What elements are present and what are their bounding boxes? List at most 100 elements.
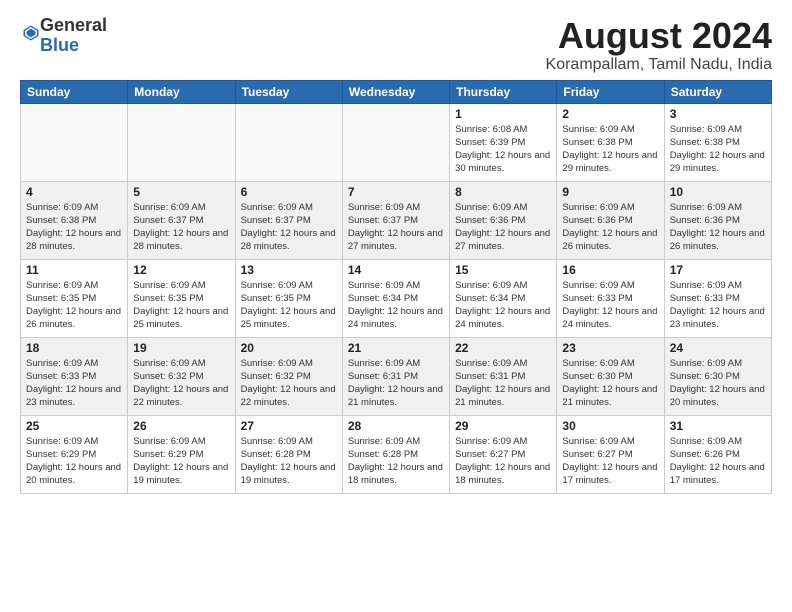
day-number: 16 xyxy=(562,263,658,277)
calendar-week-5: 25Sunrise: 6:09 AM Sunset: 6:29 PM Dayli… xyxy=(21,415,772,493)
calendar-cell: 27Sunrise: 6:09 AM Sunset: 6:28 PM Dayli… xyxy=(235,415,342,493)
weekday-header-wednesday: Wednesday xyxy=(342,80,449,103)
calendar-cell: 13 Sunrise: 6:09 AM Sunset: 6:35 PM Dayli… xyxy=(235,259,342,337)
day-number: 9 xyxy=(562,185,658,199)
day-info: Sunrise: 6:09 AM Sunset: 6:26 PM Dayligh… xyxy=(670,435,766,488)
day-number: 13 xyxy=(241,263,337,277)
day-info: Sunrise: 6:09 AM Sunset: 6:32 PM Dayligh… xyxy=(133,357,229,410)
day-info: Sunrise: 6:09 AM Sunset: 6:38 PM Dayligh… xyxy=(562,123,658,176)
day-number: 27 xyxy=(241,419,337,433)
calendar-cell: 30Sunrise: 6:09 AM Sunset: 6:27 PM Dayli… xyxy=(557,415,664,493)
calendar-cell: 28 Sunrise: 6:09 AM Sunset: 6:28 PM Dayli… xyxy=(342,415,449,493)
main-title: August 2024 xyxy=(546,16,772,56)
day-info: Sunrise: 6:09 AM Sunset: 6:31 PM Dayligh… xyxy=(348,357,444,410)
day-number: 19 xyxy=(133,341,229,355)
calendar-cell xyxy=(128,103,235,181)
calendar-cell: 18Sunrise: 6:09 AM Sunset: 6:33 PM Dayli… xyxy=(21,337,128,415)
calendar-cell: 9 Sunrise: 6:09 AM Sunset: 6:36 PM Daylig… xyxy=(557,181,664,259)
day-info: Sunrise: 6:09 AM Sunset: 6:33 PM Dayligh… xyxy=(562,279,658,332)
calendar-cell: 12 Sunrise: 6:09 AM Sunset: 6:35 PM Dayli… xyxy=(128,259,235,337)
page-header: General Blue August 2024 Korampallam, Ta… xyxy=(20,16,772,74)
day-info: Sunrise: 6:09 AM Sunset: 6:34 PM Dayligh… xyxy=(455,279,551,332)
calendar-week-2: 4 Sunrise: 6:09 AM Sunset: 6:38 PM Daylig… xyxy=(21,181,772,259)
day-info: Sunrise: 6:09 AM Sunset: 6:33 PM Dayligh… xyxy=(26,357,122,410)
calendar-cell xyxy=(235,103,342,181)
day-number: 25 xyxy=(26,419,122,433)
calendar-cell: 22 Sunrise: 6:09 AM Sunset: 6:31 PM Dayli… xyxy=(450,337,557,415)
day-info: Sunrise: 6:09 AM Sunset: 6:31 PM Dayligh… xyxy=(455,357,551,410)
day-info: Sunrise: 6:09 AM Sunset: 6:38 PM Dayligh… xyxy=(26,201,122,254)
calendar-cell: 26Sunrise: 6:09 AM Sunset: 6:29 PM Dayli… xyxy=(128,415,235,493)
day-info: Sunrise: 6:09 AM Sunset: 6:37 PM Dayligh… xyxy=(348,201,444,254)
title-section: August 2024 Korampallam, Tamil Nadu, Ind… xyxy=(546,16,772,74)
day-number: 15 xyxy=(455,263,551,277)
day-number: 20 xyxy=(241,341,337,355)
day-number: 5 xyxy=(133,185,229,199)
day-number: 12 xyxy=(133,263,229,277)
day-number: 24 xyxy=(670,341,766,355)
calendar-cell: 10 Sunrise: 6:09 AM Sunset: 6:36 PM Dayli… xyxy=(664,181,771,259)
weekday-header-sunday: Sunday xyxy=(21,80,128,103)
calendar-cell: 1 Sunrise: 6:08 AM Sunset: 6:39 PM Daylig… xyxy=(450,103,557,181)
day-number: 10 xyxy=(670,185,766,199)
day-number: 14 xyxy=(348,263,444,277)
weekday-header-saturday: Saturday xyxy=(664,80,771,103)
day-number: 6 xyxy=(241,185,337,199)
day-info: Sunrise: 6:09 AM Sunset: 6:36 PM Dayligh… xyxy=(455,201,551,254)
calendar-cell: 21 Sunrise: 6:09 AM Sunset: 6:31 PM Dayli… xyxy=(342,337,449,415)
day-number: 4 xyxy=(26,185,122,199)
calendar-cell: 5Sunrise: 6:09 AM Sunset: 6:37 PM Daylig… xyxy=(128,181,235,259)
weekday-header-friday: Friday xyxy=(557,80,664,103)
day-info: Sunrise: 6:09 AM Sunset: 6:30 PM Dayligh… xyxy=(562,357,658,410)
day-info: Sunrise: 6:09 AM Sunset: 6:35 PM Dayligh… xyxy=(133,279,229,332)
calendar-header-row: SundayMondayTuesdayWednesdayThursdayFrid… xyxy=(21,80,772,103)
day-info: Sunrise: 6:09 AM Sunset: 6:32 PM Dayligh… xyxy=(241,357,337,410)
calendar-table: SundayMondayTuesdayWednesdayThursdayFrid… xyxy=(20,80,772,494)
logo: General Blue xyxy=(20,16,107,56)
calendar-cell: 29Sunrise: 6:09 AM Sunset: 6:27 PM Dayli… xyxy=(450,415,557,493)
calendar-cell: 19 Sunrise: 6:09 AM Sunset: 6:32 PM Dayli… xyxy=(128,337,235,415)
day-info: Sunrise: 6:09 AM Sunset: 6:38 PM Dayligh… xyxy=(670,123,766,176)
day-info: Sunrise: 6:09 AM Sunset: 6:36 PM Dayligh… xyxy=(670,201,766,254)
calendar-cell: 6Sunrise: 6:09 AM Sunset: 6:37 PM Daylig… xyxy=(235,181,342,259)
day-info: Sunrise: 6:09 AM Sunset: 6:35 PM Dayligh… xyxy=(241,279,337,332)
day-number: 17 xyxy=(670,263,766,277)
day-number: 7 xyxy=(348,185,444,199)
day-info: Sunrise: 6:09 AM Sunset: 6:28 PM Dayligh… xyxy=(348,435,444,488)
day-info: Sunrise: 6:09 AM Sunset: 6:30 PM Dayligh… xyxy=(670,357,766,410)
day-number: 31 xyxy=(670,419,766,433)
day-number: 8 xyxy=(455,185,551,199)
day-info: Sunrise: 6:09 AM Sunset: 6:36 PM Dayligh… xyxy=(562,201,658,254)
day-number: 22 xyxy=(455,341,551,355)
day-number: 2 xyxy=(562,107,658,121)
calendar-cell xyxy=(21,103,128,181)
day-number: 1 xyxy=(455,107,551,121)
day-number: 21 xyxy=(348,341,444,355)
calendar-cell: 16 Sunrise: 6:09 AM Sunset: 6:33 PM Dayli… xyxy=(557,259,664,337)
logo-general-text: General xyxy=(40,15,107,35)
calendar-cell: 8 Sunrise: 6:09 AM Sunset: 6:36 PM Daylig… xyxy=(450,181,557,259)
day-info: Sunrise: 6:09 AM Sunset: 6:27 PM Dayligh… xyxy=(455,435,551,488)
day-number: 26 xyxy=(133,419,229,433)
calendar-cell: 14 Sunrise: 6:09 AM Sunset: 6:34 PM Dayli… xyxy=(342,259,449,337)
calendar-week-3: 11Sunrise: 6:09 AM Sunset: 6:35 PM Dayli… xyxy=(21,259,772,337)
calendar-cell: 2 Sunrise: 6:09 AM Sunset: 6:38 PM Daylig… xyxy=(557,103,664,181)
day-info: Sunrise: 6:09 AM Sunset: 6:27 PM Dayligh… xyxy=(562,435,658,488)
day-info: Sunrise: 6:09 AM Sunset: 6:34 PM Dayligh… xyxy=(348,279,444,332)
logo-blue-text: Blue xyxy=(40,35,79,55)
calendar-cell: 11Sunrise: 6:09 AM Sunset: 6:35 PM Dayli… xyxy=(21,259,128,337)
day-number: 3 xyxy=(670,107,766,121)
calendar-cell: 23 Sunrise: 6:09 AM Sunset: 6:30 PM Dayli… xyxy=(557,337,664,415)
calendar-cell: 4 Sunrise: 6:09 AM Sunset: 6:38 PM Daylig… xyxy=(21,181,128,259)
calendar-cell: 20 Sunrise: 6:09 AM Sunset: 6:32 PM Dayli… xyxy=(235,337,342,415)
day-number: 28 xyxy=(348,419,444,433)
calendar-cell: 3 Sunrise: 6:09 AM Sunset: 6:38 PM Daylig… xyxy=(664,103,771,181)
day-number: 23 xyxy=(562,341,658,355)
calendar-cell: 17Sunrise: 6:09 AM Sunset: 6:33 PM Dayli… xyxy=(664,259,771,337)
weekday-header-thursday: Thursday xyxy=(450,80,557,103)
weekday-header-monday: Monday xyxy=(128,80,235,103)
subtitle: Korampallam, Tamil Nadu, India xyxy=(546,56,772,74)
calendar-cell: 24 Sunrise: 6:09 AM Sunset: 6:30 PM Dayli… xyxy=(664,337,771,415)
calendar-cell: 25Sunrise: 6:09 AM Sunset: 6:29 PM Dayli… xyxy=(21,415,128,493)
day-info: Sunrise: 6:08 AM Sunset: 6:39 PM Dayligh… xyxy=(455,123,551,176)
